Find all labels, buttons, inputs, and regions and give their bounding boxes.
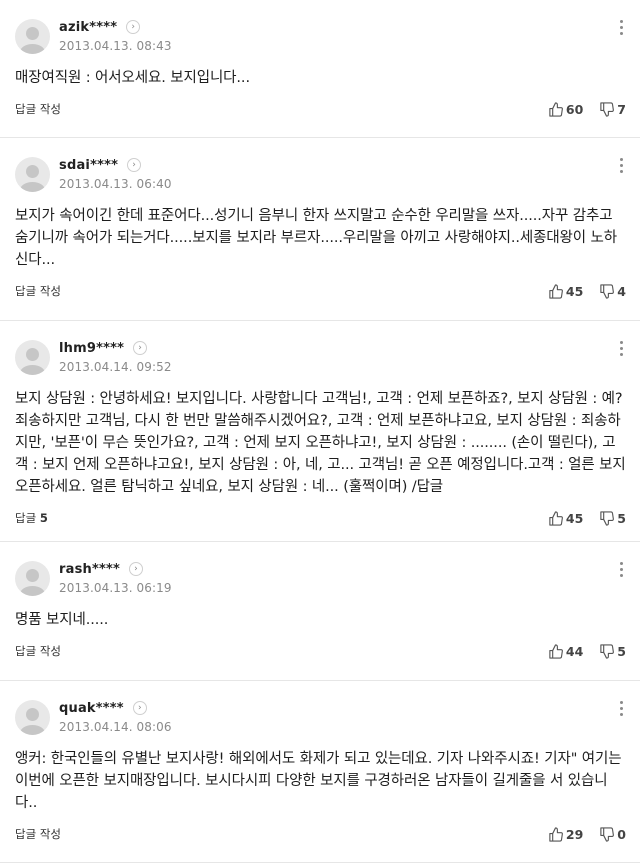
reply-count: 5 bbox=[39, 511, 48, 525]
dislike-button[interactable]: 5 bbox=[599, 511, 626, 526]
like-button[interactable]: 45 bbox=[548, 284, 583, 299]
comment-item: quak**** › 2013.04.14. 08:06 앵커: 한국인들의 유… bbox=[0, 681, 640, 863]
like-button[interactable]: 29 bbox=[548, 827, 583, 842]
username[interactable]: quak**** bbox=[59, 701, 124, 716]
comment-date: 2013.04.13. 06:19 bbox=[59, 581, 172, 595]
thumbs-up-icon bbox=[549, 826, 563, 842]
comment-body: 보지 상담원 : 안녕하세요! 보지입니다. 사랑합니다 고객님!, 고객 : … bbox=[15, 391, 626, 495]
dislike-button[interactable]: 5 bbox=[599, 644, 626, 659]
dislike-count: 5 bbox=[617, 510, 626, 526]
dislike-button[interactable]: 7 bbox=[599, 102, 626, 117]
avatar[interactable] bbox=[15, 19, 50, 54]
username[interactable]: azik**** bbox=[59, 20, 117, 35]
thumbs-up-icon bbox=[549, 101, 563, 117]
reply-button[interactable]: 답글 작성 bbox=[15, 101, 61, 117]
like-count: 45 bbox=[565, 283, 584, 299]
more-options-icon[interactable] bbox=[620, 562, 624, 580]
thumbs-down-icon bbox=[600, 101, 615, 117]
more-options-icon[interactable] bbox=[620, 20, 624, 38]
thumbs-down-icon bbox=[600, 510, 615, 526]
comment-date: 2013.04.13. 08:43 bbox=[59, 39, 172, 53]
comment-item: sdai**** › 2013.04.13. 06:40 보지가 속어이긴 한데… bbox=[0, 138, 640, 321]
comment-body: 앵커: 한국인들의 유별난 보지사랑! 해외에서도 화제가 되고 있는데요. 기… bbox=[15, 751, 622, 811]
profile-arrow-icon[interactable]: › bbox=[133, 341, 148, 355]
profile-arrow-icon[interactable]: › bbox=[127, 158, 142, 172]
reply-label: 답글 작성 bbox=[15, 827, 61, 841]
username[interactable]: rash**** bbox=[59, 562, 120, 577]
like-count: 29 bbox=[565, 826, 584, 842]
username[interactable]: lhm9**** bbox=[59, 341, 124, 356]
reply-button[interactable]: 답글 5 bbox=[15, 510, 48, 526]
reply-label: 답글 작성 bbox=[15, 102, 61, 116]
reply-button[interactable]: 답글 작성 bbox=[15, 643, 61, 659]
more-options-icon[interactable] bbox=[620, 701, 624, 719]
comment-item: rash**** › 2013.04.13. 06:19 명품 보지네.....… bbox=[0, 542, 640, 681]
comment-date: 2013.04.14. 09:52 bbox=[59, 360, 172, 374]
profile-arrow-icon[interactable]: › bbox=[128, 562, 143, 576]
dislike-button[interactable]: 0 bbox=[599, 827, 626, 842]
like-button[interactable]: 45 bbox=[548, 511, 583, 526]
comment-body: 보지가 속어이긴 한데 표준어다...성기니 음부니 한자 쓰지말고 순수한 우… bbox=[15, 208, 618, 268]
reply-button[interactable]: 답글 작성 bbox=[15, 826, 61, 842]
thumbs-up-icon bbox=[549, 283, 563, 299]
comment-body: 매장여직원 : 어서오세요. 보지입니다... bbox=[15, 70, 250, 86]
dislike-count: 0 bbox=[617, 826, 626, 842]
thumbs-up-icon bbox=[549, 643, 563, 659]
like-count: 60 bbox=[565, 101, 584, 117]
like-count: 44 bbox=[565, 643, 584, 659]
comment-body: 명품 보지네..... bbox=[15, 612, 109, 628]
dislike-button[interactable]: 4 bbox=[599, 284, 626, 299]
reply-label: 답글 bbox=[15, 511, 37, 525]
like-button[interactable]: 60 bbox=[548, 102, 583, 117]
more-options-icon[interactable] bbox=[620, 158, 624, 176]
thumbs-down-icon bbox=[600, 826, 615, 842]
more-options-icon[interactable] bbox=[620, 341, 624, 359]
username[interactable]: sdai**** bbox=[59, 158, 118, 173]
profile-arrow-icon[interactable]: › bbox=[132, 701, 147, 715]
reply-label: 답글 작성 bbox=[15, 644, 61, 658]
thumbs-down-icon bbox=[600, 643, 615, 659]
avatar[interactable] bbox=[15, 340, 50, 375]
comment-item: lhm9**** › 2013.04.14. 09:52 보지 상담원 : 안녕… bbox=[0, 321, 640, 542]
dislike-count: 4 bbox=[617, 283, 626, 299]
comment-date: 2013.04.13. 06:40 bbox=[59, 177, 172, 191]
dislike-count: 7 bbox=[617, 101, 626, 117]
avatar[interactable] bbox=[15, 157, 50, 192]
comment-list: azik**** › 2013.04.13. 08:43 매장여직원 : 어서오… bbox=[0, 0, 640, 863]
avatar[interactable] bbox=[15, 700, 50, 735]
thumbs-up-icon bbox=[549, 510, 563, 526]
reply-label: 답글 작성 bbox=[15, 284, 61, 298]
like-button[interactable]: 44 bbox=[548, 644, 583, 659]
like-count: 45 bbox=[565, 510, 584, 526]
avatar[interactable] bbox=[15, 561, 50, 596]
reply-button[interactable]: 답글 작성 bbox=[15, 283, 61, 299]
dislike-count: 5 bbox=[617, 643, 626, 659]
comment-date: 2013.04.14. 08:06 bbox=[59, 720, 172, 734]
thumbs-down-icon bbox=[600, 283, 615, 299]
comment-item: azik**** › 2013.04.13. 08:43 매장여직원 : 어서오… bbox=[0, 0, 640, 138]
profile-arrow-icon[interactable]: › bbox=[126, 20, 141, 34]
